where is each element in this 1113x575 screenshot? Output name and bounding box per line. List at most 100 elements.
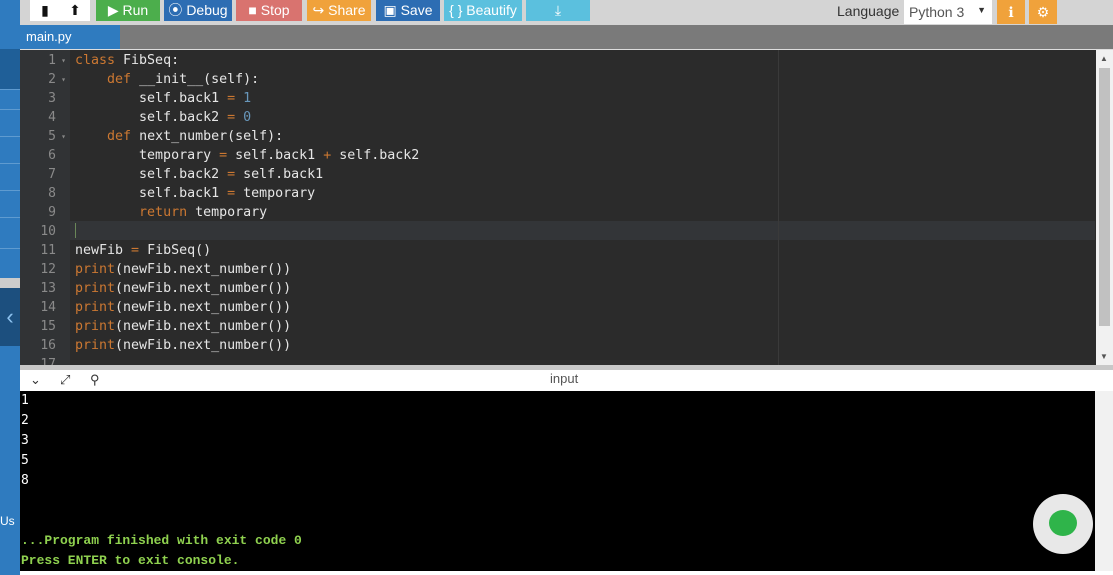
info-button[interactable]: ℹ xyxy=(997,0,1025,24)
code-token: return xyxy=(139,205,188,220)
code-token: temporary xyxy=(187,205,268,220)
output-line: 1 xyxy=(21,393,29,408)
code-line: print(newFib.next_number()) xyxy=(75,298,291,317)
console-output[interactable]: 1 2 3 5 8 ...Program finished with exit … xyxy=(20,391,1095,571)
upload-button[interactable]: ⬆ xyxy=(60,0,90,21)
beautify-label: { } Beautify xyxy=(449,2,517,18)
code-token: 0 xyxy=(235,110,252,125)
code-token: __init__(self): xyxy=(131,72,260,87)
editor-scrollbar[interactable]: ▲ ▼ xyxy=(1096,50,1113,365)
code-line: print(newFib.next_number()) xyxy=(75,317,291,336)
code-token: self.back1 xyxy=(75,91,228,106)
code-token: def xyxy=(107,72,132,87)
tab-main-py[interactable]: main.py xyxy=(20,25,120,49)
print-margin xyxy=(778,50,779,365)
scroll-up-icon[interactable]: ▲ xyxy=(1100,54,1108,63)
code-token: self.back2 xyxy=(75,110,228,125)
code-line: newFib = FibSeq() xyxy=(75,241,211,260)
chat-button[interactable] xyxy=(1033,494,1093,554)
line-number: 11 xyxy=(40,243,56,258)
line-number: 13 xyxy=(40,281,56,296)
line-number: 17 xyxy=(40,357,56,365)
code-editor[interactable]: 1 ▾ 2 ▾ 3 4 5 ▾ 6 7 8 9 10 11 12 13 14 15 16 17 class FibSeq… xyxy=(20,49,1113,365)
play-icon: ▶ xyxy=(107,2,123,18)
code-token: temporary xyxy=(75,148,220,163)
code-token: next_number(self): xyxy=(131,129,284,144)
clear-console-icon[interactable]: ⚲ xyxy=(90,372,100,388)
code-token: FibSeq() xyxy=(139,243,212,258)
code-token: self.back2 xyxy=(331,148,420,163)
line-number: 5 ▾ xyxy=(48,127,66,146)
beautify-button[interactable]: { } Beautify xyxy=(444,0,522,21)
output-line: 3 xyxy=(21,433,29,448)
save-icon: ▣ xyxy=(383,2,401,18)
language-select[interactable]: Python 3 ▼ xyxy=(904,0,992,24)
line-number: 7 xyxy=(48,167,56,182)
download-button[interactable]: ⤓ xyxy=(526,0,590,21)
debug-button[interactable]: ⦿ Debug xyxy=(164,0,232,21)
line-number: 3 xyxy=(48,91,56,106)
output-title: input xyxy=(550,371,579,386)
settings-button[interactable]: ⚙ xyxy=(1029,0,1057,24)
stop-button[interactable]: ■ Stop xyxy=(236,0,302,21)
divider xyxy=(0,217,20,218)
code-token: (newFib.next_number()) xyxy=(115,262,292,277)
code-token: = xyxy=(227,91,236,106)
code-line: self.back1 = 1 xyxy=(75,89,251,108)
line-number: 15 xyxy=(40,319,56,334)
code-token: (newFib.next_number()) xyxy=(115,300,292,315)
stop-label: Stop xyxy=(260,2,290,18)
new-file-button[interactable]: ▮ xyxy=(30,0,60,21)
console-scrollbar[interactable] xyxy=(1095,391,1113,571)
share-icon: ↪ xyxy=(312,2,329,18)
active-line-highlight xyxy=(70,221,1095,240)
sidebar-text: Us xyxy=(0,514,15,528)
code-line: temporary = self.back1 + self.back2 xyxy=(75,146,419,165)
line-number: 6 xyxy=(48,148,56,163)
code-token: (newFib.next_number()) xyxy=(115,319,292,334)
output-line: 2 xyxy=(21,413,29,428)
line-number: 2 ▾ xyxy=(48,70,66,89)
code-token: 1 xyxy=(235,91,252,106)
code-token: = xyxy=(131,243,140,258)
expand-icon[interactable]: ⤢ xyxy=(60,372,70,388)
code-line: print(newFib.next_number()) xyxy=(75,279,291,298)
save-button[interactable]: ▣ Save xyxy=(376,0,440,21)
dropdown-arrow-icon: ▼ xyxy=(977,5,986,15)
run-button[interactable]: ▶ Run xyxy=(96,0,160,21)
share-button[interactable]: ↪ Share xyxy=(307,0,371,21)
debug-label: Debug xyxy=(186,2,228,18)
collapse-sidebar-button[interactable]: ‹ xyxy=(0,288,20,346)
run-label: Run xyxy=(122,2,149,18)
language-value: Python 3 xyxy=(909,4,965,20)
exit-message: ...Program finished with exit code 0 xyxy=(21,533,302,548)
line-number: 1 ▾ xyxy=(48,51,66,70)
code-token: FibSeq: xyxy=(115,53,180,68)
sidebar-gap xyxy=(0,278,20,288)
code-token: = xyxy=(227,110,236,125)
code-token: self.back2 xyxy=(75,167,228,182)
code-line: print(newFib.next_number()) xyxy=(75,336,291,355)
fold-toggle-icon[interactable]: ▾ xyxy=(61,51,66,70)
output-line: 8 xyxy=(21,473,29,488)
file-tabs: main.py xyxy=(20,25,1113,49)
line-number: 16 xyxy=(40,338,56,353)
cloud-upload-icon: ⬆ xyxy=(69,2,81,18)
code-token: self.back1 xyxy=(235,167,324,182)
scrollbar-thumb[interactable] xyxy=(1099,68,1110,326)
code-token: self.back1 xyxy=(227,148,324,163)
chevron-down-icon[interactable]: ⌄ xyxy=(30,372,41,388)
sidebar: ‹ Us xyxy=(0,0,20,575)
fold-toggle-icon[interactable]: ▾ xyxy=(61,70,66,89)
sidebar-header xyxy=(0,49,20,89)
code-token: self.back1 xyxy=(75,186,228,201)
code-token: = xyxy=(227,167,236,182)
line-number: 8 xyxy=(48,186,56,201)
scroll-down-icon[interactable]: ▼ xyxy=(1100,352,1108,361)
code-line: def __init__(self): xyxy=(75,70,259,89)
code-token: (newFib.next_number()) xyxy=(115,281,292,296)
fold-toggle-icon[interactable]: ▾ xyxy=(61,127,66,146)
